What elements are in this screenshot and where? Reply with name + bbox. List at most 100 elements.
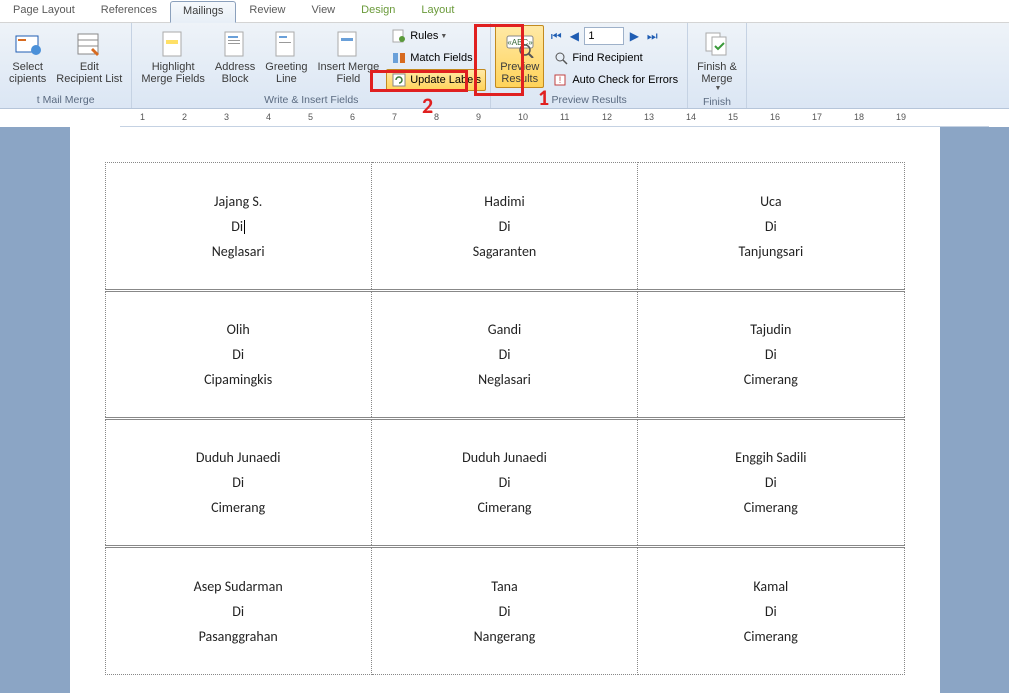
recipient-name: Duduh Junaedi (380, 449, 629, 466)
annotation-number-1: 1 (538, 84, 549, 111)
first-record-button[interactable]: ⏮ (548, 28, 564, 44)
tab-mailings[interactable]: Mailings (170, 1, 236, 23)
tab-review[interactable]: Review (236, 0, 298, 22)
recipient-name: Asep Sudarman (114, 578, 363, 595)
recipient-di: Di (114, 346, 363, 363)
label-cell[interactable]: Jajang S. Di Neglasari (105, 163, 371, 291)
recipient-place: Cimerang (646, 499, 895, 516)
ruler-tick: 5 (308, 112, 313, 122)
find-recipient-button[interactable]: Find Recipient (548, 47, 683, 69)
last-record-button[interactable]: ⏭ (644, 28, 660, 44)
label-cell[interactable]: Duduh Junaedi Di Cimerang (105, 419, 371, 547)
recipient-name: Jajang S. (114, 193, 363, 210)
ruler-tick: 15 (728, 112, 738, 122)
document-page[interactable]: Jajang S.DiNeglasariHadimiDiSagarantenUc… (70, 127, 940, 693)
ruler-tick: 6 (350, 112, 355, 122)
edit-recipient-list-button[interactable]: Edit Recipient List (51, 25, 127, 88)
label-cell[interactable]: Asep SudarmanDiPasanggrahan (105, 547, 371, 675)
recipient-place: Neglasari (114, 243, 363, 260)
rules-icon (391, 28, 407, 44)
recipient-name: Duduh Junaedi (114, 449, 363, 466)
highlight-merge-fields-button[interactable]: Highlight Merge Fields (136, 25, 210, 88)
svg-text:«ABC»: «ABC» (507, 38, 533, 47)
recipient-place: Cimerang (646, 371, 895, 388)
table-row: Asep SudarmanDiPasanggrahanTanaDiNangera… (105, 547, 904, 675)
previous-record-button[interactable]: ◀ (566, 28, 582, 44)
dropdown-arrow-icon: ▼ (714, 85, 721, 92)
recipient-place: Neglasari (380, 371, 629, 388)
recipient-place: Pasanggrahan (114, 628, 363, 645)
tab-view[interactable]: View (298, 0, 348, 22)
label-cell[interactable]: KamalDiCimerang (638, 547, 904, 675)
recipient-name: Gandi (380, 321, 629, 338)
match-fields-icon (391, 50, 407, 66)
group-label-preview: Preview Results (495, 93, 683, 108)
tab-design[interactable]: Design (348, 0, 408, 22)
recipient-place: Cimerang (380, 499, 629, 516)
ruler-tick: 8 (434, 112, 439, 122)
ribbon: Select cipients Edit Recipient List t Ma… (0, 23, 1009, 109)
table-row: Duduh Junaedi Di Cimerang Duduh Junaedi Di Ci… (105, 419, 904, 547)
label-cell[interactable]: Tajudin Di Cimerang (638, 291, 904, 419)
ribbon-tabs: Page Layout References Mailings Review V… (0, 0, 1009, 23)
recipient-name: Hadimi (380, 193, 629, 210)
preview-results-icon: «ABC» (504, 28, 536, 60)
update-labels-button[interactable]: Update Labels (386, 69, 486, 91)
recipient-di: Di (646, 346, 895, 363)
greeting-line-button[interactable]: Greeting Line (260, 25, 312, 88)
find-recipient-icon (553, 50, 569, 66)
recipient-di: Di (646, 603, 895, 620)
horizontal-ruler[interactable]: 12345678910111213141516171819 (120, 109, 989, 127)
recipient-name: Enggih Sadili (646, 449, 895, 466)
dropdown-arrow-icon: ▼ (440, 33, 447, 40)
label-cell[interactable]: Enggih Sadili Di Cimerang (638, 419, 904, 547)
next-record-button[interactable]: ▶ (626, 28, 642, 44)
recipient-di: Di (646, 474, 895, 491)
tab-page-layout[interactable]: Page Layout (0, 0, 88, 22)
ruler-tick: 18 (854, 112, 864, 122)
label-cell[interactable]: HadimiDiSagaranten (371, 163, 637, 291)
insert-merge-field-button[interactable]: Insert Merge Field (312, 25, 384, 88)
group-write-insert-fields: Highlight Merge Fields Address Block Gre… (132, 23, 491, 108)
edit-recipient-list-icon (73, 28, 105, 60)
ruler-tick: 1 (140, 112, 145, 122)
recipient-di: Di (114, 474, 363, 491)
recipient-place: Nangerang (380, 628, 629, 645)
label-cell[interactable]: Olih Di Cipamingkis (105, 291, 371, 419)
recipient-place: Cipamingkis (114, 371, 363, 388)
tab-references[interactable]: References (88, 0, 170, 22)
recipient-di: Di (380, 474, 629, 491)
recipient-di: Di (380, 603, 629, 620)
ruler-tick: 16 (770, 112, 780, 122)
match-fields-button[interactable]: Match Fields (386, 47, 486, 69)
label-cell[interactable]: Gandi Di Neglasari (371, 291, 637, 419)
group-label-finish: Finish (692, 95, 742, 110)
group-preview-results: «ABC» Preview Results ⏮ ◀ ▶ ⏭ Find Recip… (491, 23, 688, 108)
label-cell[interactable]: Duduh Junaedi Di Cimerang (371, 419, 637, 547)
label-cell[interactable]: UcaDiTanjungsari (638, 163, 904, 291)
preview-results-button[interactable]: «ABC» Preview Results (495, 25, 544, 88)
recipient-place: Tanjungsari (646, 243, 895, 260)
record-number-input[interactable] (584, 27, 624, 45)
recipient-place: Sagaranten (380, 243, 629, 260)
finish-merge-button[interactable]: Finish & Merge▼ (692, 25, 742, 95)
recipient-di: Di (114, 218, 363, 235)
svg-text:!: ! (559, 75, 562, 85)
recipient-name: Olih (114, 321, 363, 338)
document-area: Jajang S.DiNeglasariHadimiDiSagarantenUc… (0, 127, 1009, 693)
label-cell[interactable]: TanaDiNangerang (371, 547, 637, 675)
ruler-tick: 13 (644, 112, 654, 122)
auto-check-errors-button[interactable]: ! Auto Check for Errors (548, 69, 683, 91)
tab-layout[interactable]: Layout (408, 0, 467, 22)
address-block-button[interactable]: Address Block (210, 25, 260, 88)
update-labels-icon (391, 72, 407, 88)
ruler-tick: 7 (392, 112, 397, 122)
ruler-tick: 2 (182, 112, 187, 122)
recipient-name: Tajudin (646, 321, 895, 338)
rules-button[interactable]: Rules▼ (386, 25, 486, 47)
highlight-icon (157, 28, 189, 60)
select-recipients-button[interactable]: Select cipients (4, 25, 51, 88)
recipient-name: Kamal (646, 578, 895, 595)
recipient-place: Cimerang (114, 499, 363, 516)
recipient-di: Di (380, 346, 629, 363)
